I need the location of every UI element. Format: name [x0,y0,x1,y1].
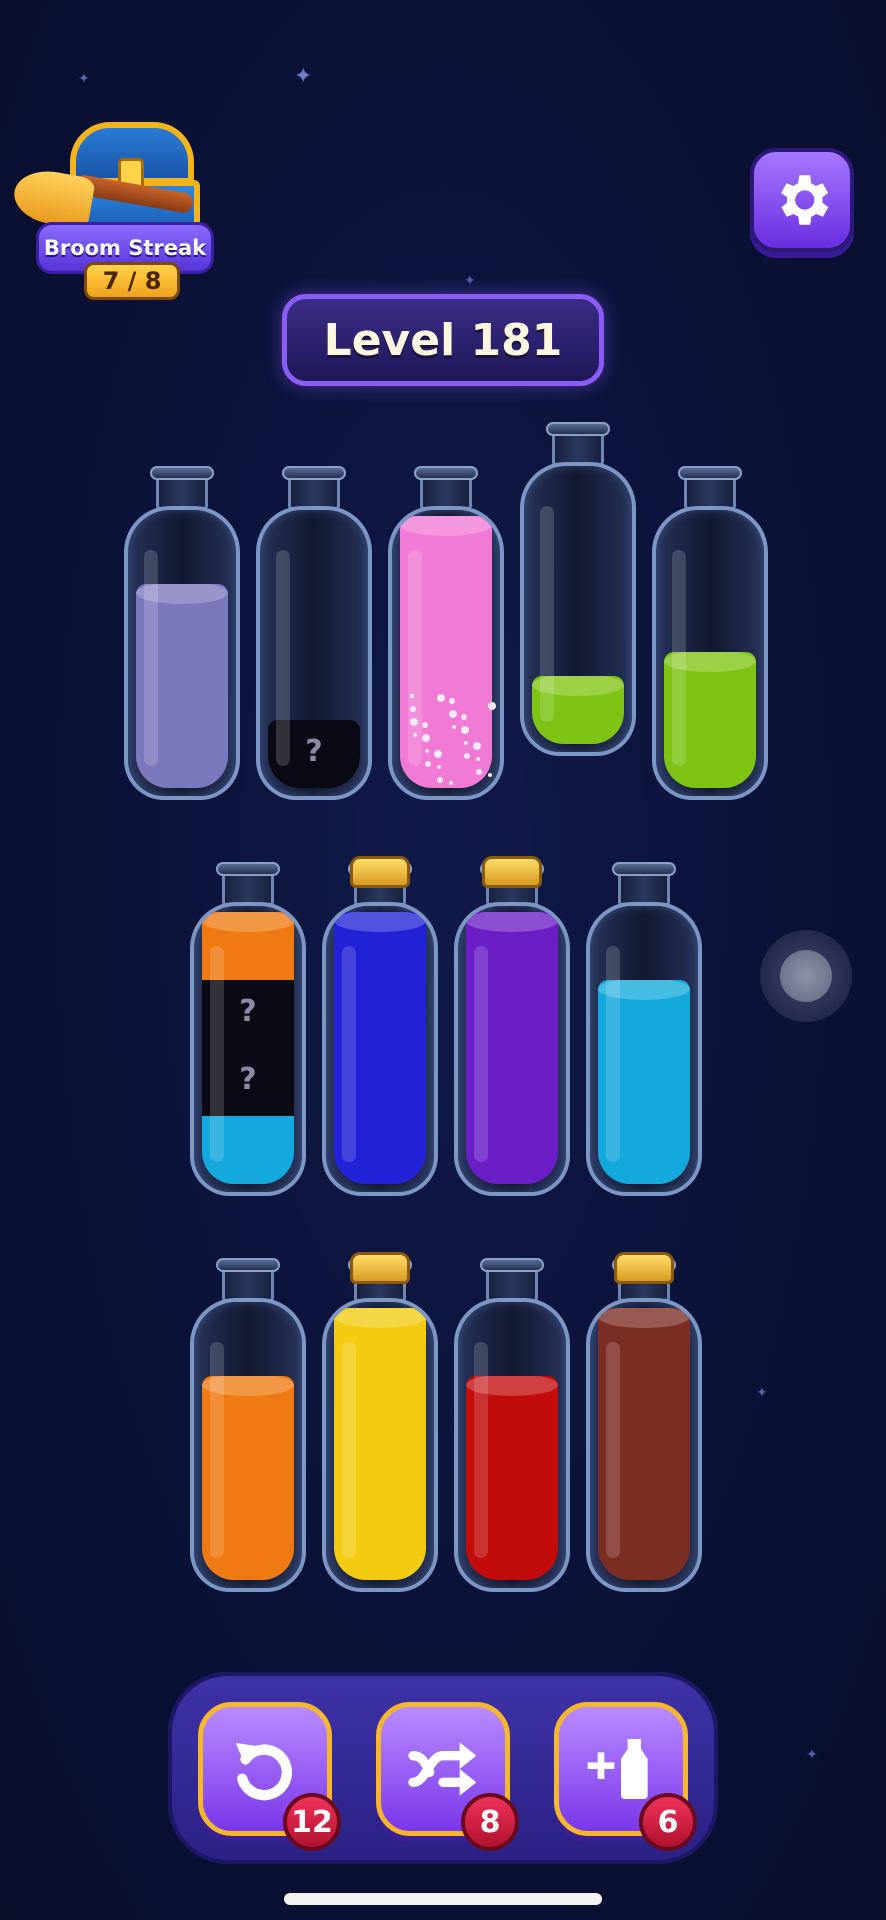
bottle-rim [216,1258,280,1272]
bottle-glass [322,1298,438,1592]
star-decoration: ✦ [294,64,313,89]
bottle-rim [546,422,610,436]
glass-shine [474,946,488,1162]
glass-shine [474,1342,488,1558]
glass-shine [540,506,554,722]
bottle-11[interactable] [322,1252,438,1596]
star-decoration: ✦ [806,1747,818,1763]
bottle-3[interactable] [388,466,504,804]
undo-icon [235,1743,292,1801]
bottle-rim [480,1258,544,1272]
bottle-8[interactable] [454,856,570,1200]
cork-icon [482,856,542,888]
bottle-glass [454,1298,570,1592]
bottle-glass [388,506,504,800]
star-decoration: ✦ [464,273,476,289]
bottle-glass [586,902,702,1196]
bottle-12[interactable] [454,1258,570,1596]
bottle-13[interactable] [586,1252,702,1596]
bottle-rim [282,466,346,480]
glass-shine [144,550,158,766]
bottle-glass [520,462,636,756]
bottle-glass [190,1298,306,1592]
settings-button[interactable] [750,148,854,252]
assistive-touch-button[interactable] [760,930,852,1022]
broom-streak-widget[interactable]: Broom Streak 7 / 8 [10,118,214,303]
bottle-6[interactable]: ?? [190,862,306,1200]
bottle-10[interactable] [190,1258,306,1596]
glass-shine [276,550,290,766]
add-bottle-icon [587,1739,648,1799]
star-decoration: ✦ [78,71,90,87]
assistive-touch-knob [780,950,832,1002]
bottle-glass [454,902,570,1196]
broom-streak-label: Broom Streak [43,236,207,260]
powerup-tray: 12 8 6 [168,1672,718,1864]
undo-button[interactable]: 12 [198,1702,341,1851]
bottle-glass: ?? [190,902,306,1196]
cork-icon [614,1252,674,1284]
bottle-4[interactable] [520,422,636,760]
add-bottle-button[interactable]: 6 [554,1702,697,1851]
bottle-rim [612,862,676,876]
home-indicator[interactable] [284,1893,602,1905]
bottle-7[interactable] [322,856,438,1200]
bottle-glass: ? [256,506,372,800]
glass-shine [606,1342,620,1558]
glass-shine [210,1342,224,1558]
bottle-glass [124,506,240,800]
glass-shine [606,946,620,1162]
bottle-rim [150,466,214,480]
bottle-glass [322,902,438,1196]
bottle-rim [678,466,742,480]
bottle-1[interactable] [124,466,240,804]
bottle-5[interactable] [652,466,768,804]
bottle-rim [216,862,280,876]
bottle-glass [652,506,768,800]
glass-shine [210,946,224,1162]
glass-shine [342,1342,356,1558]
sparkle-effect [410,694,496,791]
add-bottle-count-badge: 6 [639,1793,697,1851]
shuffle-icon [408,1742,477,1796]
undo-count-badge: 12 [283,1793,341,1851]
shuffle-count-badge: 8 [461,1793,519,1851]
bottle-rim [414,466,478,480]
level-title: Level 181 [323,314,563,366]
cork-icon [350,856,410,888]
bottle-9[interactable] [586,862,702,1200]
glass-shine [672,550,686,766]
gear-icon [781,175,829,225]
star-decoration: ✦ [756,1385,768,1401]
bottle-glass [586,1298,702,1592]
level-indicator: Level 181 [282,294,604,386]
cork-icon [350,1252,410,1284]
shuffle-button[interactable]: 8 [376,1702,519,1851]
bottle-2[interactable]: ? [256,466,372,804]
broom-streak-count: 7 / 8 [84,262,180,300]
glass-shine [342,946,356,1162]
